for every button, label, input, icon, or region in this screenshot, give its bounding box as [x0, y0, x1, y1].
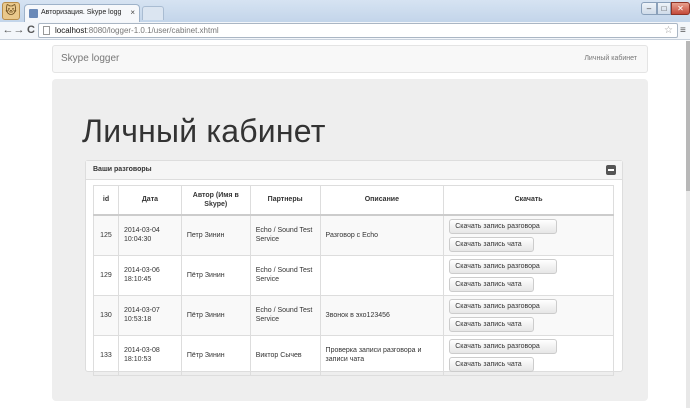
column-header-date[interactable]: Дата: [117, 185, 182, 216]
reload-button[interactable]: C: [25, 23, 37, 37]
cell-description: Звонок в эхо123456: [319, 294, 445, 336]
tab-close-icon[interactable]: ×: [130, 5, 135, 21]
new-tab-button[interactable]: [142, 6, 164, 20]
scrollbar-thumb[interactable]: [686, 41, 690, 191]
cell-author: Пётр Зинин: [180, 334, 251, 376]
cell-author: Петр Зинин: [180, 214, 251, 256]
page-content: Skype logger Личный кабинет Личный кабин…: [0, 41, 686, 408]
browser-toolbar: ← → C localhost:8080/logger-1.0.1/user/c…: [0, 22, 690, 40]
user-avatar-icon[interactable]: 🐱: [2, 2, 20, 20]
jumbotron: Личный кабинет Ваши разговоры id Дата Ав…: [52, 79, 648, 401]
url-host: localhost: [55, 26, 87, 35]
tab-title: Авторизация. Skype logg: [41, 9, 122, 16]
download-conversation-button[interactable]: Скачать запись разговора: [449, 258, 558, 274]
download-chat-button[interactable]: Скачать запись чата: [449, 316, 535, 332]
cell-date: 2014-03-06 18:10:45: [117, 254, 182, 296]
cell-partners: Echo / Sound Test Service: [249, 214, 321, 256]
tab-favicon-icon: [29, 9, 38, 18]
table-row: 130 2014-03-07 10:53:18 Пётр Зинин Echo …: [93, 294, 614, 336]
brand-link[interactable]: Skype logger: [61, 53, 119, 64]
page-icon: [43, 26, 50, 35]
download-conversation-button[interactable]: Скачать запись разговора: [449, 298, 558, 314]
cell-description: Проверка записи разговора и записи чата: [319, 334, 445, 376]
page-title: Личный кабинет: [82, 113, 326, 149]
cell-author: Пётр Зинин: [180, 254, 251, 296]
cell-id: 129: [93, 254, 119, 296]
bookmark-star-icon[interactable]: ☆: [664, 24, 673, 37]
column-header-description[interactable]: Описание: [319, 185, 445, 216]
panel-title: Ваши разговоры: [93, 166, 152, 173]
nav-link-cabinet[interactable]: Личный кабинет: [584, 55, 637, 62]
cell-id: 125: [93, 214, 119, 256]
cell-date: 2014-03-07 10:53:18: [117, 294, 182, 336]
browser-tab[interactable]: Авторизация. Skype logg ×: [24, 4, 140, 22]
column-header-author[interactable]: Автор (Имя в Skype): [180, 185, 251, 216]
forward-button[interactable]: →: [13, 23, 25, 37]
download-conversation-button[interactable]: Скачать запись разговора: [449, 218, 558, 234]
cell-date: 2014-03-08 18:10:53: [117, 334, 182, 376]
cell-date: 2014-03-04 10:04:30: [117, 214, 182, 256]
conversations-table: id Дата Автор (Имя в Skype) Партнеры Опи…: [93, 185, 614, 376]
cell-author: Пётр Зинин: [180, 294, 251, 336]
site-navbar: Skype logger Личный кабинет: [52, 45, 648, 73]
browser-menu-icon[interactable]: ≡: [680, 24, 690, 38]
page-scrollbar[interactable]: [686, 41, 690, 408]
cell-download: Скачать запись разговора Скачать запись …: [443, 334, 614, 376]
browser-titlebar: 🐱 Авторизация. Skype logg × – □ ✕: [0, 0, 690, 22]
window-close-button[interactable]: ✕: [671, 2, 690, 15]
cell-download: Скачать запись разговора Скачать запись …: [443, 294, 614, 336]
window-minimize-button[interactable]: –: [641, 2, 657, 15]
cell-description: Разговор с Echo: [319, 214, 445, 256]
download-chat-button[interactable]: Скачать запись чата: [449, 236, 535, 252]
conversations-panel: Ваши разговоры id Дата Автор (Имя в Skyp…: [85, 160, 623, 376]
download-chat-button[interactable]: Скачать запись чата: [449, 276, 535, 292]
column-header-partners[interactable]: Партнеры: [249, 185, 321, 216]
column-header-id[interactable]: id: [93, 185, 119, 216]
panel-heading: Ваши разговоры: [86, 161, 622, 180]
cell-description: [319, 254, 445, 296]
cell-partners: Виктор Сычев: [249, 334, 321, 376]
download-chat-button[interactable]: Скачать запись чата: [449, 356, 535, 372]
table-header-row: id Дата Автор (Имя в Skype) Партнеры Опи…: [93, 185, 614, 216]
table-row: 125 2014-03-04 10:04:30 Петр Зинин Echo …: [93, 214, 614, 256]
address-bar[interactable]: localhost:8080/logger-1.0.1/user/cabinet…: [38, 23, 678, 38]
cell-partners: Echo / Sound Test Service: [249, 254, 321, 296]
table-row: 133 2014-03-08 18:10:53 Пётр Зинин Викто…: [93, 334, 614, 376]
url-path: :8080/logger-1.0.1/user/cabinet.xhtml: [86, 26, 219, 35]
cell-id: 133: [93, 334, 119, 376]
window-maximize-button[interactable]: □: [657, 2, 671, 15]
cell-download: Скачать запись разговора Скачать запись …: [443, 254, 614, 296]
cell-download: Скачать запись разговора Скачать запись …: [443, 214, 614, 256]
collapse-icon[interactable]: [606, 165, 616, 175]
cell-id: 130: [93, 294, 119, 336]
column-header-download[interactable]: Скачать: [443, 185, 614, 216]
download-conversation-button[interactable]: Скачать запись разговора: [449, 338, 558, 354]
cell-partners: Echo / Sound Test Service: [249, 294, 321, 336]
table-row: 129 2014-03-06 18:10:45 Пётр Зинин Echo …: [93, 254, 614, 296]
